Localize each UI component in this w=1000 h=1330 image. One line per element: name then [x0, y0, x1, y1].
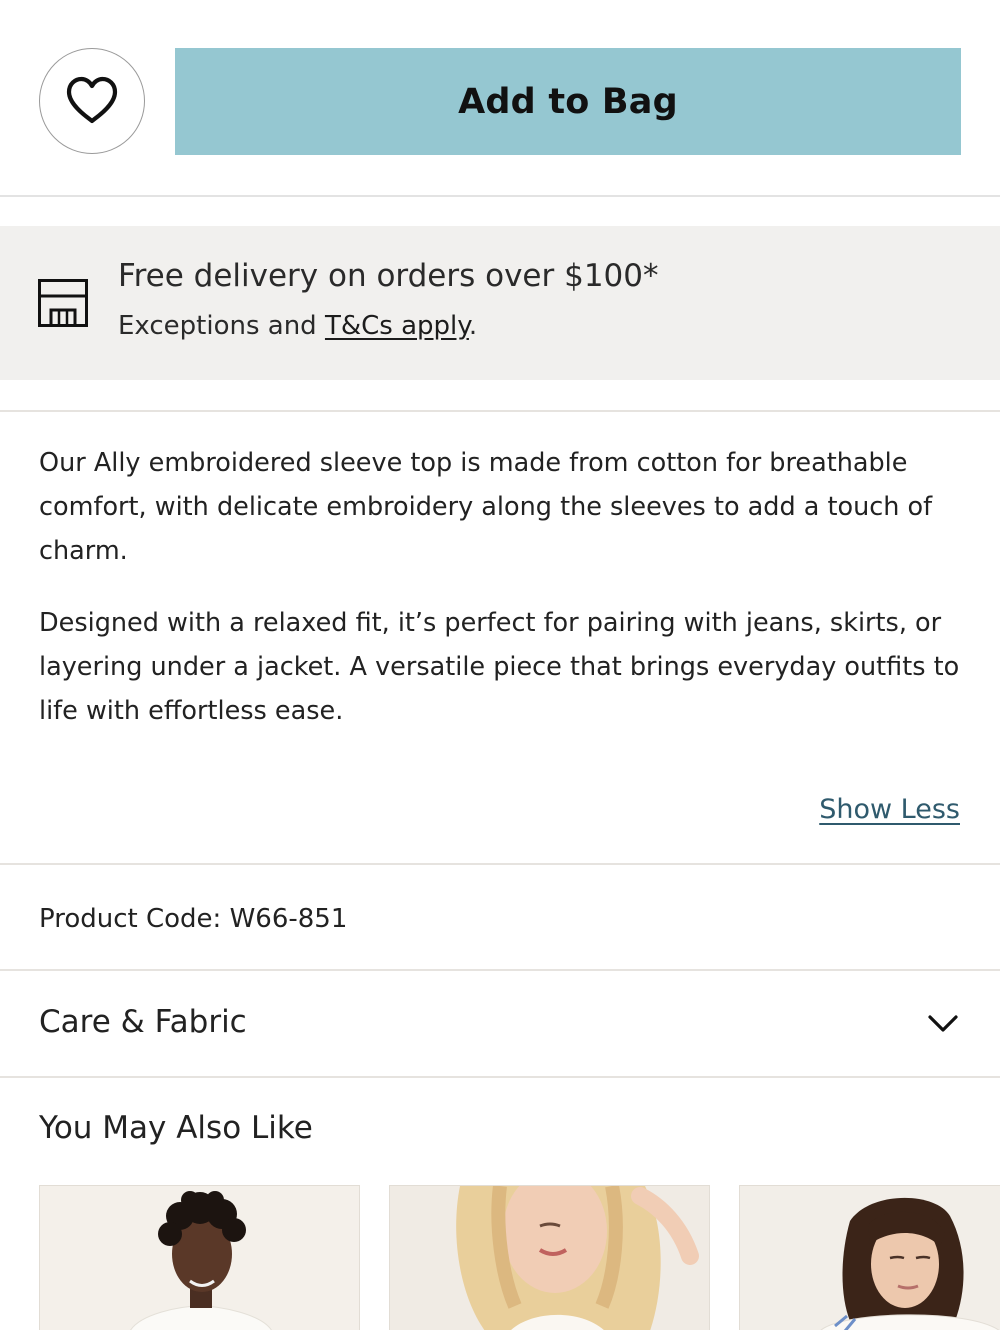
description-paragraph-2: Designed with a relaxed fit, it’s perfec…: [39, 608, 960, 726]
product-image: [40, 1186, 359, 1330]
delivery-title: Free delivery on orders over $100*: [118, 258, 659, 294]
product-detail-page: Add to Bag Free delivery on orders over …: [0, 0, 1000, 1330]
divider: [0, 969, 1000, 971]
store-icon: [38, 279, 88, 327]
delivery-banner: [0, 226, 1000, 380]
care-fabric-accordion[interactable]: Care & Fabric: [0, 972, 1000, 1076]
chevron-down-icon: [928, 1015, 958, 1032]
delivery-terms-prefix: Exceptions and: [118, 311, 325, 341]
divider: [0, 863, 1000, 865]
wishlist-button[interactable]: [39, 48, 145, 154]
divider: [0, 410, 1000, 412]
purchase-action-bar: Add to Bag: [0, 0, 1000, 197]
show-less-link[interactable]: Show Less: [819, 794, 960, 825]
product-card[interactable]: [739, 1185, 1000, 1330]
care-fabric-label: Care & Fabric: [39, 1004, 247, 1040]
add-to-bag-button[interactable]: Add to Bag: [175, 48, 961, 155]
product-card[interactable]: [389, 1185, 710, 1330]
terms-link[interactable]: T&Cs apply: [325, 311, 469, 341]
delivery-terms-text: Exceptions and T&Cs apply.: [118, 311, 477, 341]
recommendations-title: You May Also Like: [39, 1110, 313, 1146]
product-image: [390, 1186, 709, 1330]
product-image: [740, 1186, 1000, 1330]
product-card[interactable]: [39, 1185, 360, 1330]
description-paragraph-1: Our Ally embroidered sleeve top is made …: [39, 448, 933, 566]
product-code: Product Code: W66-851: [39, 904, 348, 934]
divider: [0, 1076, 1000, 1078]
heart-outline-icon: [66, 76, 118, 124]
recommendations-carousel: [0, 1185, 1000, 1330]
delivery-terms-suffix: .: [468, 311, 478, 341]
